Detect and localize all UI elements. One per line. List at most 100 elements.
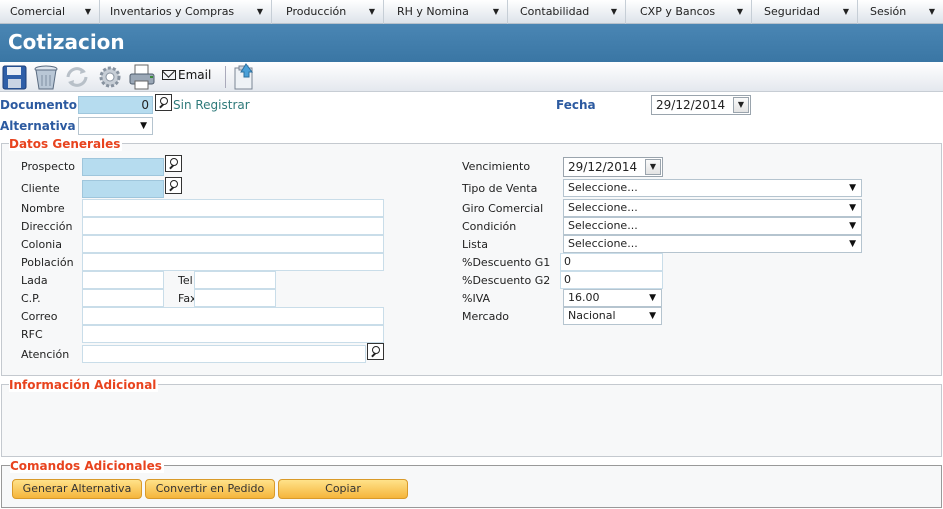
toolbar-divider [225,66,226,88]
delete-button[interactable] [32,63,60,91]
menu-cxp-bancos[interactable]: CXP y Bancos ▼ [626,0,752,24]
search-icon[interactable] [165,155,182,172]
atencion-label: Atención [21,348,70,361]
printer-icon [129,64,155,90]
colonia-field[interactable] [82,235,384,253]
comandos-adicionales-title: Comandos Adicionales [10,459,164,473]
tipo-venta-select[interactable]: Seleccione... ▼ [563,179,862,197]
clipboard-button[interactable] [230,63,258,91]
chevron-down-icon: ▼ [849,183,856,193]
iva-value: 16.00 [568,291,600,304]
correo-field[interactable] [82,307,384,325]
menu-seguridad[interactable]: Seguridad ▼ [752,0,858,24]
search-icon[interactable] [367,343,384,360]
chevron-down-icon: ▼ [849,239,856,249]
lista-value: Seleccione... [568,237,638,250]
prospecto-field[interactable] [82,158,164,176]
vencimiento-value: 29/12/2014 [568,160,638,174]
cp-field[interactable] [82,289,164,307]
chevron-down-icon: ▼ [842,7,849,16]
datos-generales-title: Datos Generales [9,137,123,151]
save-button[interactable] [1,63,29,91]
iva-label: %IVA [462,292,491,305]
poblacion-field[interactable] [82,253,384,271]
direccion-field[interactable] [82,217,384,235]
settings-button[interactable] [95,63,125,91]
chevron-down-icon: ▼ [849,221,856,231]
page-header: Cotizacion [0,24,943,62]
menu-sesion-label: Sesión [870,5,907,18]
iva-select[interactable]: 16.00 ▼ [563,289,662,307]
menu-inventarios[interactable]: Inventarios y Compras ▼ [100,0,272,24]
menu-produccion[interactable]: Producción ▼ [272,0,384,24]
email-button[interactable]: Email [162,68,211,86]
copiar-button[interactable]: Copiar [278,479,408,499]
fax-field[interactable] [194,289,276,307]
menu-inventarios-label: Inventarios y Compras [110,5,235,18]
correo-label: Correo [21,310,58,323]
menu-rh-nomina[interactable]: RH y Nomina ▼ [384,0,508,24]
descuento-g1-field[interactable]: 0 [560,253,663,271]
cp-label: C.P. [21,292,41,305]
fecha-label: Fecha [556,98,596,112]
tipo-venta-label: Tipo de Venta [462,182,538,195]
condicion-label: Condición [462,220,517,233]
lista-label: Lista [462,238,488,251]
descuento-g1-label: %Descuento G1 [462,256,551,269]
colonia-label: Colonia [21,238,62,251]
search-icon[interactable] [165,177,182,194]
nombre-label: Nombre [21,202,65,215]
chevron-down-icon: ▼ [84,7,91,16]
documento-label: Documento [0,98,78,112]
nombre-field[interactable] [82,199,384,217]
informacion-adicional-section [1,384,942,457]
rfc-field[interactable] [82,325,384,343]
menu-cxp-bancos-label: CXP y Bancos [640,5,716,18]
direccion-label: Dirección [21,220,73,233]
menu-comercial[interactable]: Comercial ▼ [0,0,100,24]
vencimiento-date-picker[interactable]: 29/12/2014 ▼ [563,157,663,177]
mercado-select[interactable]: Nacional ▼ [563,307,662,325]
generar-alternativa-button[interactable]: Generar Alternativa [12,479,142,499]
envelope-icon [162,70,176,80]
cliente-field[interactable] [82,180,164,198]
lada-field[interactable] [82,271,164,289]
condicion-value: Seleccione... [568,219,638,232]
chevron-down-icon[interactable]: ▼ [733,97,749,113]
refresh-button[interactable] [63,63,91,91]
refresh-icon [66,67,88,87]
condicion-select[interactable]: Seleccione... ▼ [563,217,862,235]
fecha-date-picker[interactable]: 29/12/2014 ▼ [651,95,751,115]
lista-select[interactable]: Seleccione... ▼ [563,235,862,253]
descuento-g2-field[interactable]: 0 [560,271,663,289]
print-button[interactable] [128,63,158,91]
tipo-venta-value: Seleccione... [568,181,638,194]
chevron-down-icon: ▼ [736,7,743,16]
recycle-bin-icon [34,65,58,90]
giro-comercial-label: Giro Comercial [462,202,544,215]
giro-comercial-select[interactable]: Seleccione... ▼ [563,199,862,217]
chevron-down-icon: ▼ [140,121,147,131]
mercado-label: Mercado [462,310,510,323]
convertir-pedido-button[interactable]: Convertir en Pedido [145,479,275,499]
chevron-down-icon[interactable]: ▼ [645,159,661,175]
main-menu-bar: Comercial ▼ Inventarios y Compras ▼ Prod… [0,0,943,24]
lada-label: Lada [21,274,48,287]
gear-icon [99,66,121,88]
search-icon[interactable] [155,94,172,111]
tel-label: Tel [178,274,193,287]
floppy-disk-icon [2,65,27,90]
documento-field[interactable]: 0 [78,96,153,114]
menu-sesion[interactable]: Sesión ▼ [858,0,943,24]
atencion-field[interactable] [82,345,366,363]
tel-field[interactable] [194,271,276,289]
alternativa-select[interactable]: ▼ [78,117,153,135]
mercado-value: Nacional [568,309,616,322]
menu-contabilidad[interactable]: Contabilidad ▼ [508,0,626,24]
descuento-g2-label: %Descuento G2 [462,274,551,287]
email-label: Email [178,68,212,82]
chevron-down-icon: ▼ [928,7,935,16]
menu-rh-nomina-label: RH y Nomina [397,5,469,18]
informacion-adicional-title: Información Adicional [9,378,159,392]
menu-seguridad-label: Seguridad [764,5,820,18]
